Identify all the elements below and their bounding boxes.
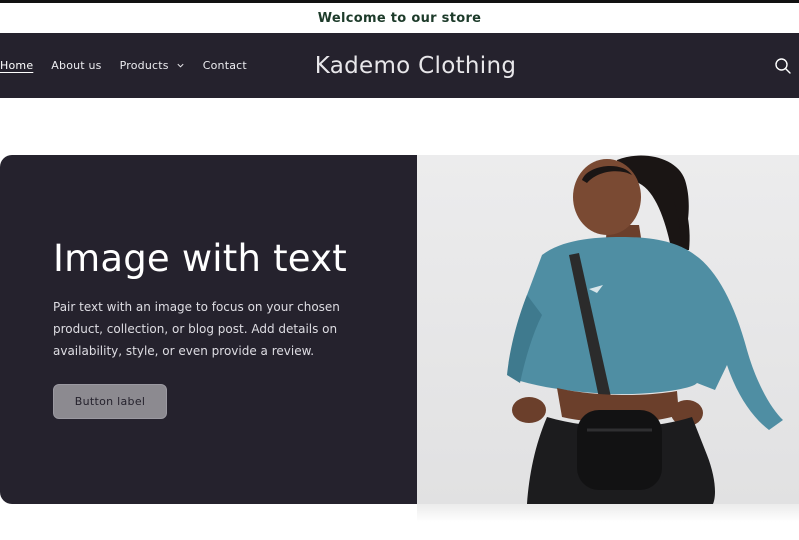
nav-products[interactable]: Products <box>120 59 185 72</box>
model-photo <box>417 155 799 504</box>
image-shadow <box>417 504 799 522</box>
site-header: Home About us Products Contact Kademo Cl… <box>0 33 799 98</box>
section-body: Pair text with an image to focus on your… <box>53 300 340 358</box>
nav-home[interactable]: Home <box>0 59 33 72</box>
nav-home-label: Home <box>0 59 34 72</box>
image-with-text-section: Image with text Pair text with an image … <box>0 155 799 522</box>
section-heading: Image with text <box>53 237 347 280</box>
main-nav: Home About us Products Contact <box>0 33 265 98</box>
cta-button[interactable]: Button label <box>53 384 167 419</box>
nav-about-us[interactable]: About us <box>51 59 101 72</box>
nav-about-us-label: About us <box>51 59 102 72</box>
nav-contact[interactable]: Contact <box>203 59 247 72</box>
nav-products-label: Products <box>119 59 169 72</box>
brand-name: Kademo Clothing <box>314 52 517 79</box>
announcement-text: Welcome to our store <box>317 10 482 26</box>
model-illustration <box>507 155 783 504</box>
announcement-bar: Welcome to our store <box>0 3 799 33</box>
chevron-down-icon <box>177 63 184 68</box>
search-icon[interactable] <box>774 57 792 75</box>
nav-contact-label: Contact <box>202 59 247 72</box>
cta-button-label: Button label <box>74 395 146 408</box>
text-panel: Image with text Pair text with an image … <box>0 155 417 504</box>
